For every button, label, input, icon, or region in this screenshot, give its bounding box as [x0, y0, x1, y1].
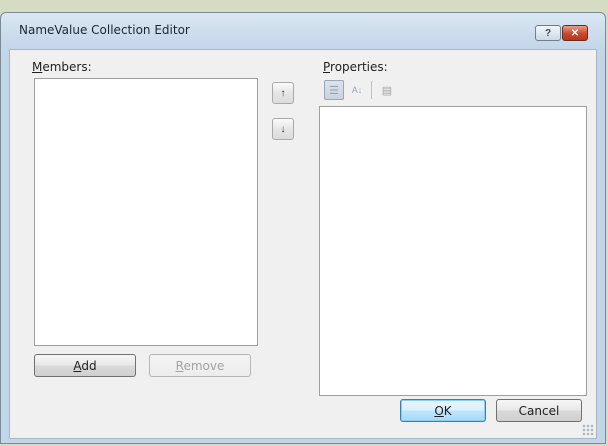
- close-button[interactable]: ✕: [562, 25, 588, 41]
- move-down-button[interactable]: ↓: [272, 118, 294, 140]
- categorized-button[interactable]: ☰: [324, 80, 344, 100]
- cancel-button[interactable]: Cancel: [496, 399, 582, 422]
- ok-button-label: OK: [434, 403, 452, 418]
- members-list[interactable]: [34, 78, 258, 346]
- help-icon: ?: [544, 27, 552, 39]
- help-button[interactable]: ?: [535, 25, 561, 41]
- categorized-icon: ☰: [329, 84, 339, 97]
- ok-button[interactable]: OK: [400, 399, 486, 422]
- remove-button-label: Remove: [175, 358, 225, 373]
- alphabetical-button[interactable]: A↓: [347, 80, 367, 100]
- property-pages-icon: ▤: [381, 84, 393, 97]
- cancel-button-label: Cancel: [518, 403, 560, 418]
- arrow-down-icon: ↓: [280, 123, 286, 135]
- toolbar-separator: [371, 81, 372, 99]
- remove-button[interactable]: Remove: [149, 354, 251, 377]
- title-bar[interactable]: NameValue Collection Editor ? ✕: [1, 13, 605, 45]
- properties-label: Properties:: [323, 60, 388, 74]
- members-label: Members:: [32, 60, 92, 74]
- resize-grip[interactable]: [582, 424, 594, 436]
- sort-alphabetical-icon: A↓: [351, 85, 363, 95]
- close-icon: ✕: [570, 27, 580, 39]
- add-button[interactable]: Add: [34, 354, 136, 377]
- dialog-window: NameValue Collection Editor ? ✕ Members:…: [0, 12, 606, 444]
- window-title: NameValue Collection Editor: [19, 23, 190, 37]
- property-pages-button[interactable]: ▤: [377, 80, 397, 100]
- add-button-label: Add: [73, 358, 97, 373]
- property-grid[interactable]: [319, 106, 587, 396]
- move-up-button[interactable]: ↑: [272, 82, 294, 104]
- arrow-up-icon: ↑: [280, 87, 286, 99]
- dialog-client-area: Members: ↑ ↓ Properties: ☰ A↓ ▤ Add Remo…: [9, 49, 597, 439]
